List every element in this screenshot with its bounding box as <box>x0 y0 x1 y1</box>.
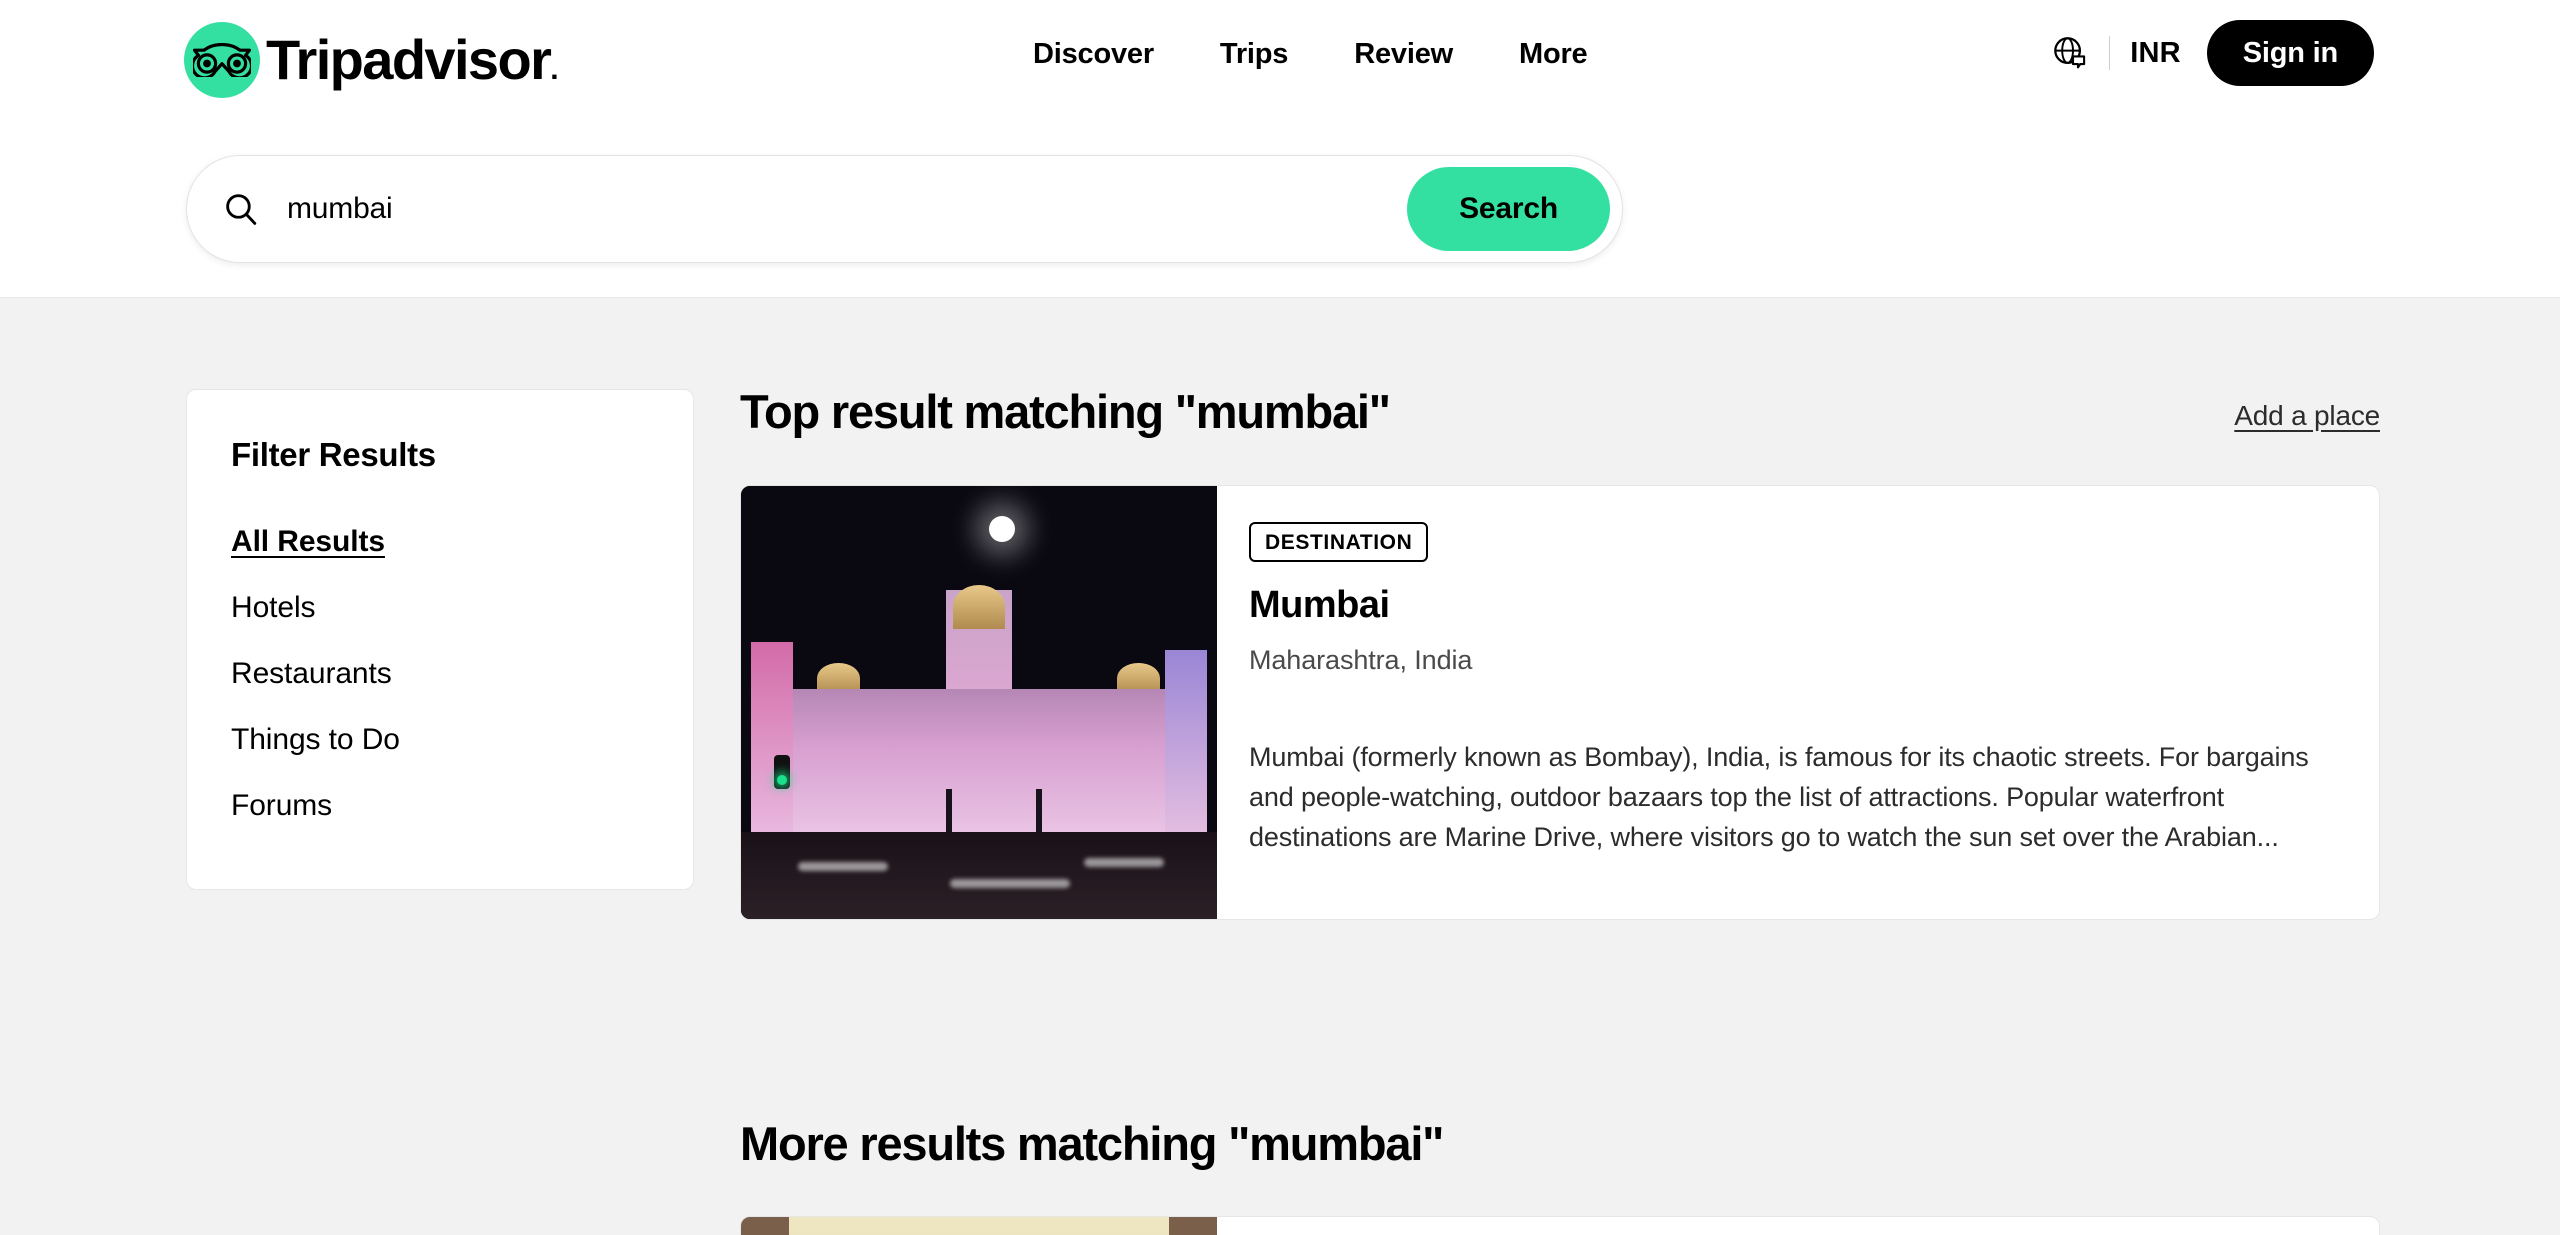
nav-item-review[interactable]: Review <box>1321 38 1486 71</box>
filter-results-title: Filter Results <box>231 436 436 473</box>
sidebar-item-things-to-do[interactable]: Things to Do <box>187 707 693 773</box>
tripadvisor-logo[interactable]: Tripadvisor. <box>184 22 559 98</box>
search-input[interactable] <box>287 192 1408 226</box>
result-title[interactable]: Mumbai <box>1249 584 2347 627</box>
page-body: Filter Results All Results Hotels Restau… <box>0 298 2560 1235</box>
site-header: Tripadvisor. Discover Trips Review More … <box>0 0 2560 298</box>
owl-logo-icon <box>184 22 260 98</box>
station-side-tower <box>1164 650 1208 833</box>
more-result-details: RESTAURANT <box>1217 1217 2379 1235</box>
header-actions: INR Sign in <box>2045 20 2374 86</box>
destination-thumbnail-image[interactable] <box>741 485 1217 919</box>
sidebar-item-all-results[interactable]: All Results <box>187 509 693 575</box>
room-ledge <box>1169 1217 1217 1235</box>
sidebar-item-forums[interactable]: Forums <box>187 773 693 839</box>
filter-sidebar: Filter Results All Results Hotels Restau… <box>186 389 694 890</box>
search-bar[interactable]: Search <box>186 155 1623 263</box>
search-button[interactable]: Search <box>1407 167 1610 251</box>
more-result-card[interactable]: RESTAURANT <box>740 1216 2380 1235</box>
moon <box>988 515 1015 542</box>
currency-selector[interactable]: INR <box>2130 37 2181 70</box>
sidebar-item-hotels[interactable]: Hotels <box>187 575 693 641</box>
traffic-light <box>774 754 791 789</box>
station-side-tower <box>750 641 794 833</box>
top-result-details: DESTINATION Mumbai Maharashtra, India Mu… <box>1217 486 2379 919</box>
results-main: Top result matching "mumbai" Add a place <box>740 298 2380 1235</box>
top-result-card[interactable]: DESTINATION Mumbai Maharashtra, India Mu… <box>740 484 2380 920</box>
add-a-place-link[interactable]: Add a place <box>2234 400 2380 432</box>
top-result-header: Top result matching "mumbai" Add a place <box>740 298 2380 438</box>
station-dome <box>952 585 1006 629</box>
result-location: Maharashtra, India <box>1249 644 1473 675</box>
more-results-header: More results matching "mumbai" <box>740 1030 2380 1170</box>
car-light-trail <box>798 862 889 872</box>
sign-in-button[interactable]: Sign in <box>2206 20 2374 86</box>
room-ledge <box>741 1217 789 1235</box>
result-description: Mumbai (formerly known as Bombay), India… <box>1249 741 2309 852</box>
restaurant-thumbnail-image[interactable] <box>741 1217 1217 1235</box>
room-wall <box>741 1217 1217 1235</box>
header-top-bar: Tripadvisor. Discover Trips Review More … <box>0 0 2560 128</box>
globe-language-icon[interactable] <box>2045 28 2095 78</box>
street-foreground <box>741 832 1217 919</box>
more-results-title: More results matching "mumbai" <box>740 1116 1444 1170</box>
status-badge: DESTINATION <box>1249 521 1429 562</box>
page-title: Top result matching "mumbai" <box>740 385 1391 438</box>
car-light-trail <box>950 879 1071 889</box>
car-light-trail <box>1083 857 1164 867</box>
sidebar-item-restaurants[interactable]: Restaurants <box>187 641 693 707</box>
nav-item-discover[interactable]: Discover <box>1000 38 1187 71</box>
nav-item-more[interactable]: More <box>1486 38 1621 71</box>
main-navigation: Discover Trips Review More <box>1000 38 1620 71</box>
header-divider <box>2109 36 2111 70</box>
search-icon <box>221 189 261 229</box>
logo-wordmark: Tripadvisor. <box>266 28 559 91</box>
nav-item-trips[interactable]: Trips <box>1187 38 1321 71</box>
station-facade <box>750 689 1208 833</box>
